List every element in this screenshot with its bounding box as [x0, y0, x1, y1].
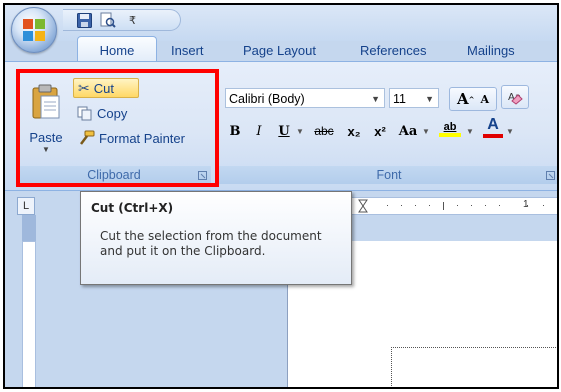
ribbon: Paste ▼ ✂ Cut Copy Format Painter Clipbo… — [5, 61, 557, 191]
shrink-font-button[interactable]: A — [480, 93, 489, 106]
tab-page-layout[interactable]: Page Layout — [243, 43, 316, 58]
font-group-title: Font — [376, 168, 402, 182]
change-case-dropdown-icon[interactable]: ▼ — [421, 120, 431, 142]
paste-button[interactable]: Paste ▼ — [25, 84, 67, 164]
vertical-ruler-margin — [22, 215, 36, 241]
grow-arrow-icon: ^ — [468, 94, 475, 104]
font-color-button[interactable]: A — [481, 116, 505, 138]
font-family-select[interactable]: Calibri (Body) ▼ — [225, 88, 385, 108]
grow-font-button[interactable]: A — [457, 90, 469, 108]
format-painter-button[interactable]: Format Painter — [73, 128, 189, 148]
clear-formatting-button[interactable]: Aa — [501, 85, 529, 109]
chevron-down-icon: ▼ — [425, 94, 434, 104]
highlight-dropdown-icon[interactable]: ▼ — [465, 120, 475, 142]
paste-icon — [32, 84, 60, 119]
quick-access-toolbar: ₹ — [63, 9, 181, 31]
cut-label: Cut — [93, 80, 114, 96]
office-logo-icon — [23, 19, 45, 41]
tab-home[interactable]: Home — [77, 36, 157, 61]
copy-label: Copy — [97, 105, 128, 121]
clipboard-group-title: Clipboard — [87, 168, 141, 182]
ruler-mark-one: 1 — [523, 199, 529, 210]
cut-tooltip: Cut (Ctrl+X) Cut the selection from the … — [80, 191, 352, 285]
bold-button[interactable]: B — [225, 120, 245, 142]
tab-selector[interactable]: L — [17, 197, 35, 215]
save-icon[interactable] — [75, 12, 93, 28]
font-color-label: A — [487, 116, 499, 133]
font-color-dropdown-icon[interactable]: ▼ — [505, 120, 515, 142]
cut-button[interactable]: ✂ Cut — [73, 78, 139, 98]
word-window: ₹ Home Insert Page Layout References Mai… — [3, 3, 559, 389]
format-painter-icon — [80, 130, 95, 145]
highlight-label: ab — [443, 121, 457, 133]
tab-mailings[interactable]: Mailings — [467, 43, 515, 58]
copy-button[interactable]: Copy — [73, 103, 131, 123]
scissors-icon: ✂ — [78, 79, 90, 96]
superscript-button[interactable]: x² — [369, 120, 391, 142]
font-family-value: Calibri (Body) — [229, 92, 305, 106]
font-group: Calibri (Body) ▼ 11 ▼ A ^ A Aa B I U ▼ a… — [219, 66, 557, 186]
highlight-color-bar — [439, 133, 461, 137]
office-button[interactable] — [11, 7, 57, 53]
ribbon-tabs: Home Insert Page Layout References Maili… — [5, 35, 557, 62]
clipboard-group: Paste ▼ ✂ Cut Copy Format Painter Clipbo… — [13, 66, 213, 186]
text-boundary — [391, 347, 557, 387]
strikethrough-button[interactable]: abc — [309, 120, 339, 142]
clipboard-group-label: Clipboard — [17, 166, 211, 184]
font-color-bar — [483, 134, 503, 138]
font-size-value: 11 — [393, 92, 406, 106]
chevron-down-icon: ▼ — [371, 94, 380, 104]
tooltip-body: Cut the selection from the document and … — [100, 229, 322, 258]
highlight-button[interactable]: ab — [435, 118, 465, 140]
dialog-launcher-icon[interactable] — [198, 171, 207, 180]
font-size-select[interactable]: 11 ▼ — [389, 88, 439, 108]
dialog-launcher-icon[interactable] — [546, 171, 555, 180]
clear-formatting-icon: Aa — [508, 92, 523, 105]
copy-icon — [77, 106, 92, 120]
customize-qat-icon[interactable]: ₹ — [129, 14, 136, 27]
paste-label: Paste — [29, 130, 63, 145]
subscript-button[interactable]: x₂ — [343, 120, 365, 142]
tab-insert[interactable]: Insert — [171, 43, 204, 58]
vertical-ruler[interactable] — [22, 241, 36, 387]
tooltip-title: Cut (Ctrl+X) — [91, 201, 174, 215]
tab-references[interactable]: References — [360, 43, 426, 58]
font-group-label: Font — [219, 166, 557, 184]
paste-dropdown-icon[interactable]: ▼ — [25, 145, 67, 154]
format-painter-label: Format Painter — [99, 130, 185, 146]
change-case-button[interactable]: Aa — [395, 120, 421, 142]
grow-shrink-font-buttons: A ^ A — [449, 87, 497, 111]
print-preview-icon[interactable] — [99, 12, 117, 28]
italic-button[interactable]: I — [249, 120, 269, 142]
underline-button[interactable]: U — [273, 120, 295, 142]
underline-dropdown-icon[interactable]: ▼ — [295, 120, 305, 142]
